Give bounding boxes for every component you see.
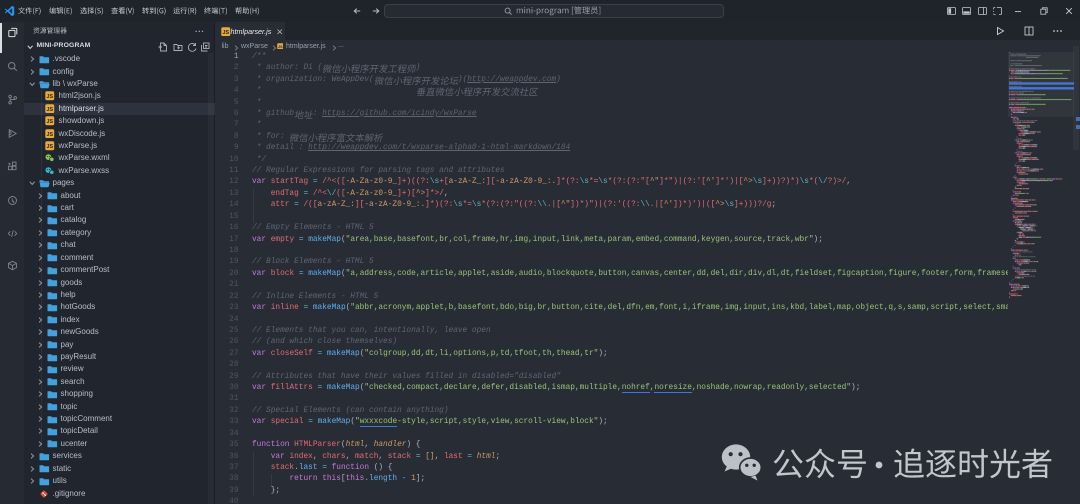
svg-text:JS: JS (46, 107, 53, 113)
svg-text:JS: JS (46, 120, 53, 126)
svg-text:JS: JS (222, 30, 229, 36)
svg-text:JS: JS (278, 45, 283, 49)
svg-text:JS: JS (46, 144, 53, 150)
svg-text:JS: JS (46, 132, 53, 138)
svg-text:JS: JS (46, 95, 53, 101)
